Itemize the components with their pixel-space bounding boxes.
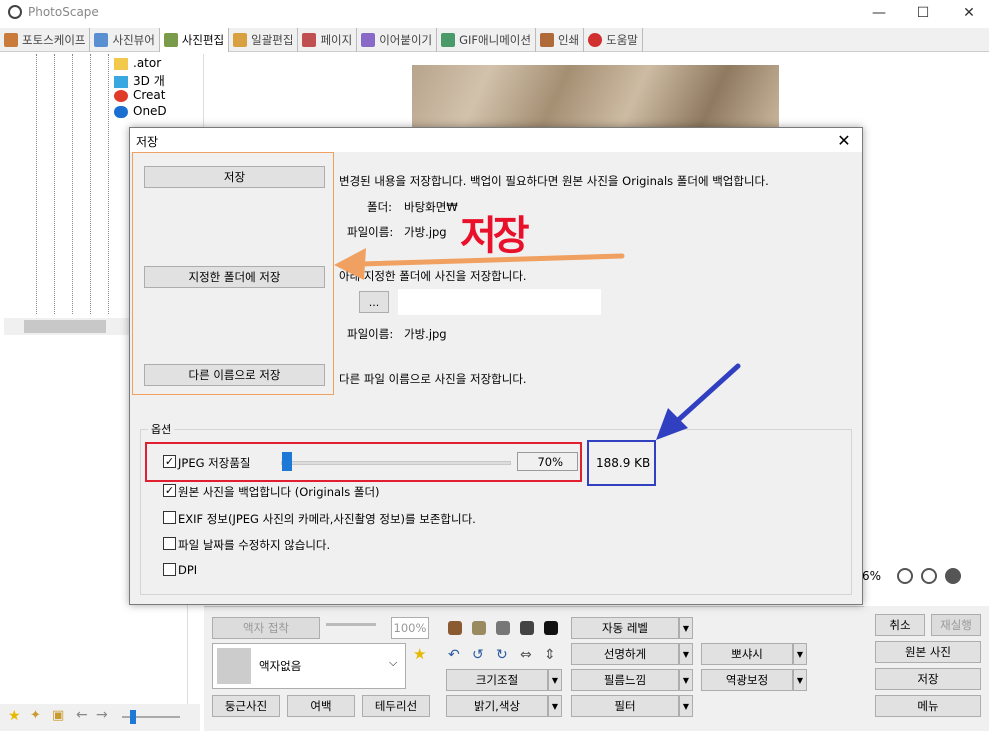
orange-arrow-icon: [334, 248, 625, 280]
annotation-arrows: [334, 248, 741, 440]
blue-arrow-icon: [656, 363, 741, 440]
